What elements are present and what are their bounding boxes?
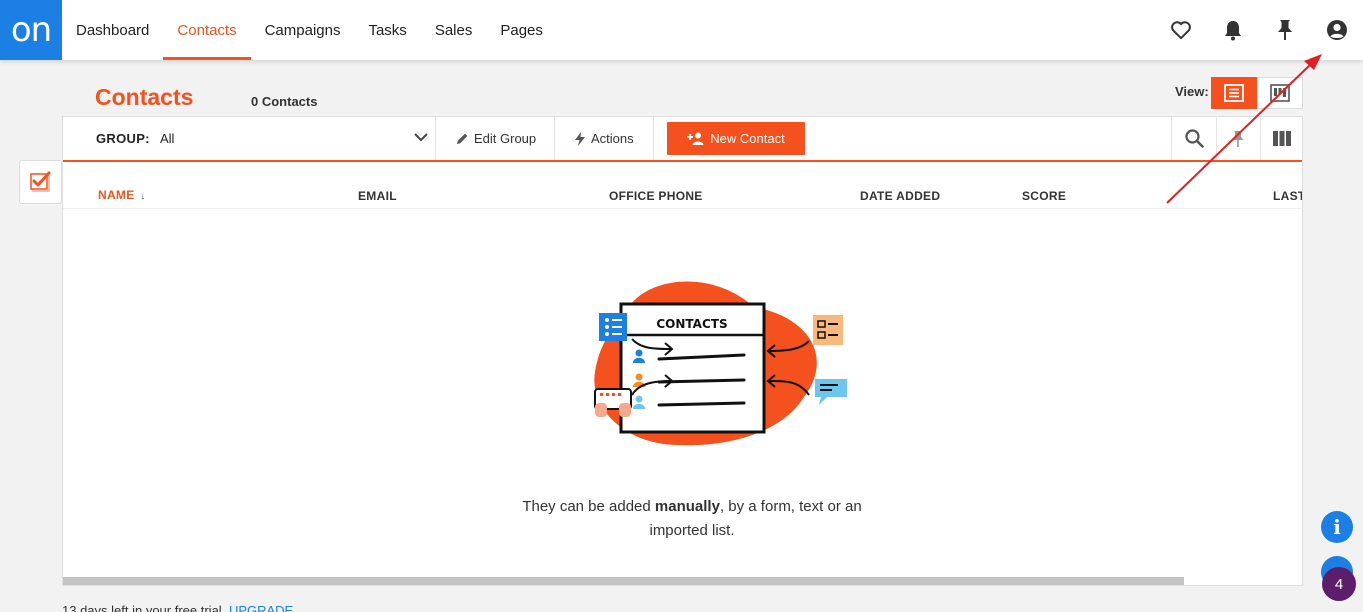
notification-count-badge[interactable]: 4 [1322, 567, 1356, 601]
search-button[interactable] [1172, 117, 1216, 160]
trial-banner: 13 days left in your free trial. UPGRADE [62, 603, 293, 612]
tasks-side-button[interactable] [19, 160, 62, 204]
columns-icon [1273, 131, 1291, 146]
bell-icon[interactable] [1207, 0, 1259, 60]
toolbar-divider [554, 117, 555, 160]
info-icon[interactable]: i [1321, 511, 1353, 543]
contacts-count: 0 Contacts [251, 94, 318, 109]
top-navigation-bar: on Dashboard Contacts Campaigns Tasks Sa… [0, 0, 1363, 60]
columns-button[interactable] [1260, 117, 1302, 160]
edit-group-button[interactable]: Edit Group [456, 117, 536, 160]
column-header-score[interactable]: SCORE [1022, 189, 1066, 203]
nav-contacts[interactable]: Contacts [163, 0, 251, 60]
upgrade-link[interactable]: UPGRADE [229, 603, 293, 612]
pin-columns-button[interactable] [1216, 117, 1260, 160]
nav-sales[interactable]: Sales [421, 0, 487, 60]
table-header-divider [63, 208, 1302, 209]
contacts-panel: GROUP: All Edit Group Actions New Contac… [62, 116, 1303, 586]
pin-icon [1232, 130, 1244, 147]
column-header-email[interactable]: EMAIL [358, 189, 397, 203]
horizontal-scrollbar[interactable] [63, 577, 1184, 585]
contacts-empty-illustration: CONTACTS [594, 281, 847, 446]
add-user-icon [687, 132, 704, 145]
actions-button[interactable]: Actions [574, 117, 634, 160]
toolbar-divider [435, 117, 436, 160]
heart-icon[interactable] [1155, 0, 1207, 60]
list-view-icon [1224, 84, 1244, 102]
column-header-last[interactable]: LAST [1273, 189, 1302, 203]
ontraport-logo[interactable]: on [0, 0, 62, 60]
top-right-icons [1155, 0, 1363, 60]
column-header-name-label: NAME [98, 188, 135, 202]
checkbox-checked-icon [29, 171, 50, 192]
column-header-name[interactable]: NAME ↓ [98, 188, 146, 202]
chevron-down-icon[interactable] [413, 129, 429, 150]
column-header-office-phone[interactable]: OFFICE PHONE [609, 189, 703, 203]
actions-label: Actions [591, 131, 634, 146]
view-label: View: [1175, 84, 1209, 99]
empty-state-message: They can be added manually, by a form, t… [522, 498, 862, 539]
toolbar-divider [653, 117, 654, 160]
edit-group-label: Edit Group [474, 131, 537, 146]
trial-text: 13 days left in your free trial. [62, 603, 226, 612]
account-icon[interactable] [1311, 0, 1363, 60]
nav-dashboard[interactable]: Dashboard [62, 0, 163, 60]
contacts-toolbar: GROUP: All Edit Group Actions New Contac… [63, 117, 1302, 162]
search-icon [1184, 129, 1204, 148]
column-header-date-added[interactable]: DATE ADDED [860, 189, 940, 203]
group-select[interactable]: All [160, 131, 174, 146]
sort-arrow-icon: ↓ [140, 191, 146, 202]
kanban-view-button[interactable] [1257, 77, 1303, 109]
page-title: Contacts [95, 84, 194, 110]
nav-tasks[interactable]: Tasks [354, 0, 420, 60]
new-contact-label: New Contact [710, 131, 785, 146]
nav-pages[interactable]: Pages [486, 0, 557, 60]
new-contact-button[interactable]: New Contact [667, 122, 805, 155]
group-label: GROUP: [96, 131, 150, 146]
list-view-button[interactable] [1211, 77, 1257, 109]
kanban-view-icon [1270, 84, 1290, 102]
illustration-title: CONTACTS [656, 317, 727, 331]
lightning-icon [575, 131, 585, 146]
main-nav: Dashboard Contacts Campaigns Tasks Sales… [62, 0, 557, 60]
pin-icon[interactable] [1259, 0, 1311, 60]
nav-campaigns[interactable]: Campaigns [251, 0, 355, 60]
pencil-icon [457, 133, 468, 144]
